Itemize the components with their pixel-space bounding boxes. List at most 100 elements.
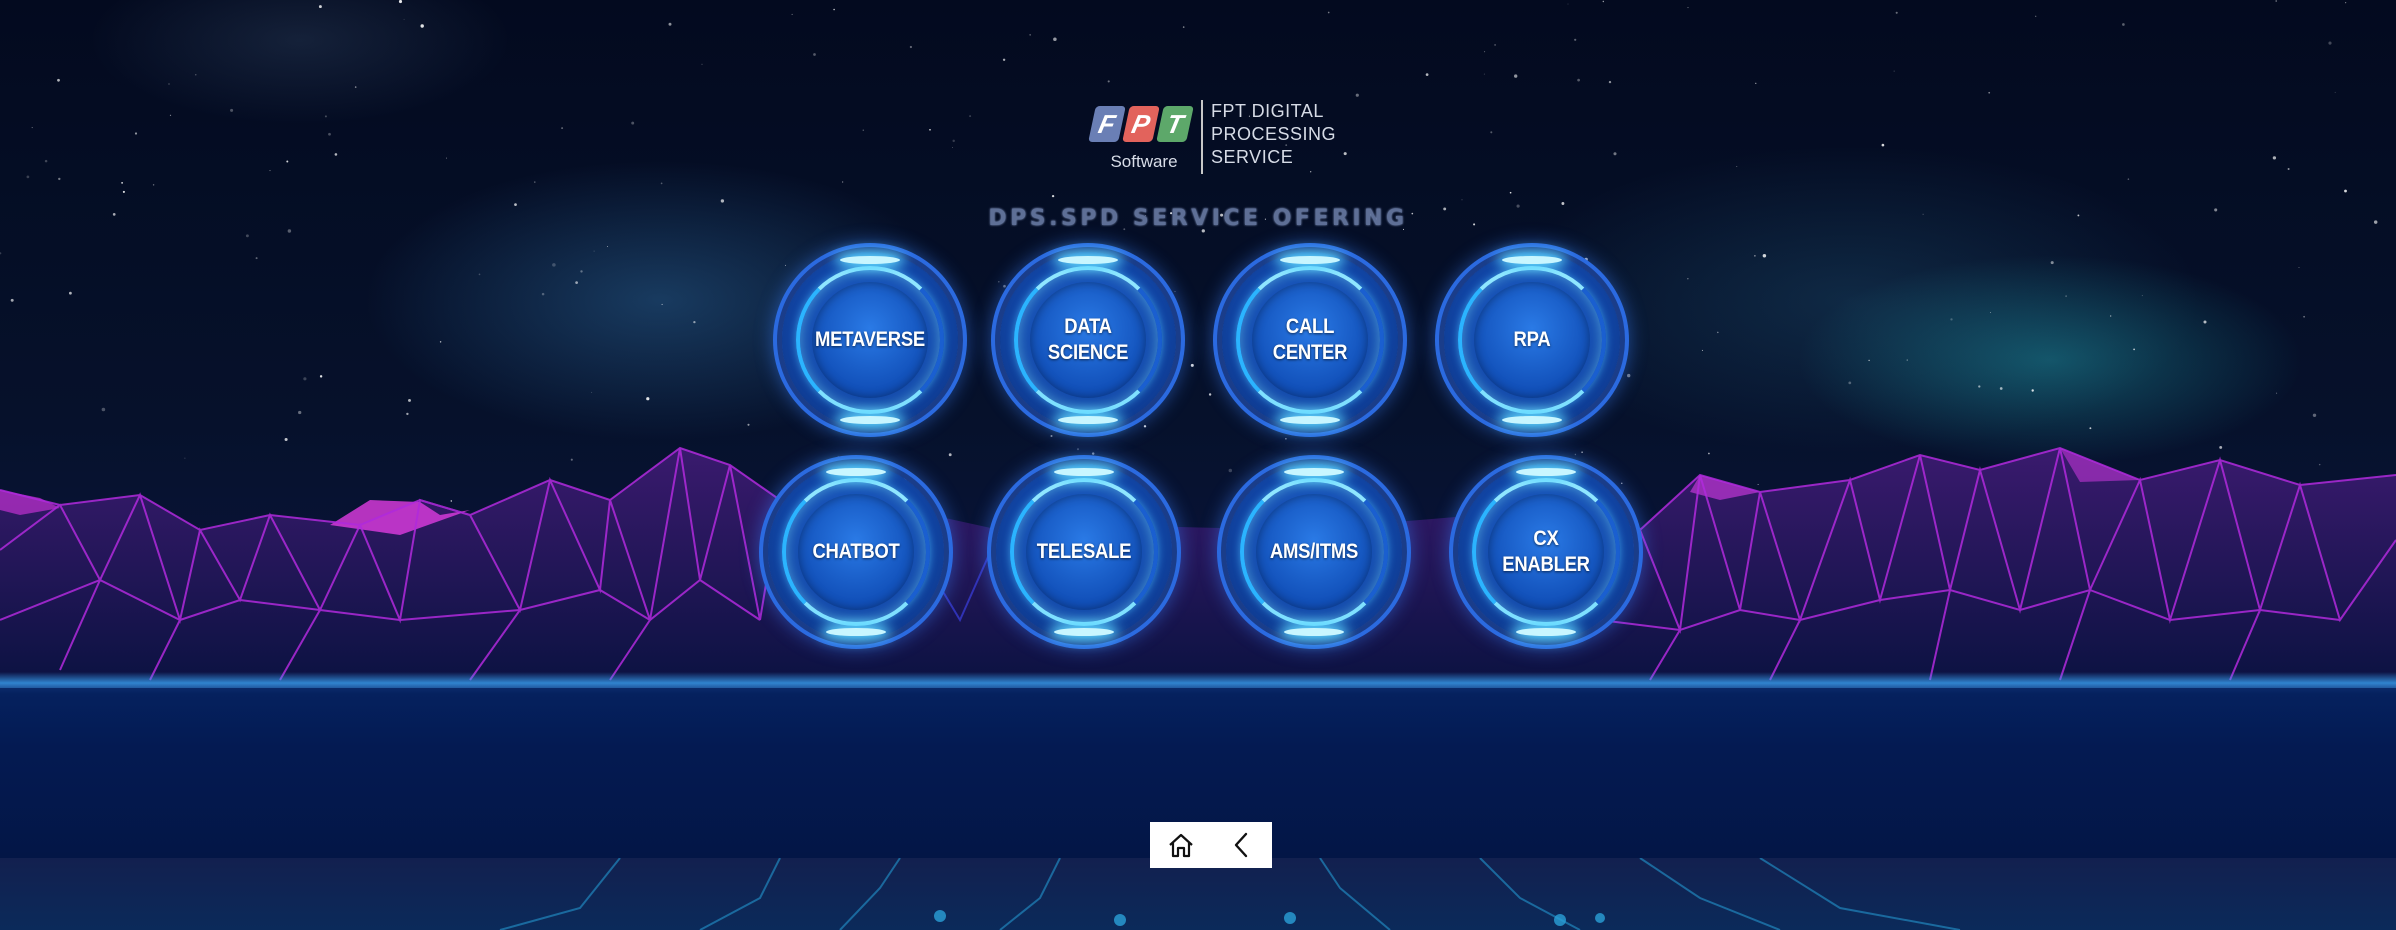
- logo-letter-t: T: [1156, 106, 1194, 142]
- star: [1208, 393, 1212, 396]
- neon-mountains: [0, 446, 2396, 690]
- star: [328, 132, 331, 136]
- star: [10, 298, 14, 302]
- star: [2035, 15, 2037, 17]
- star: [660, 182, 663, 185]
- navigation-bar: [1150, 822, 1272, 868]
- star: [580, 270, 583, 273]
- star: [1461, 199, 1463, 201]
- star: [1602, 0, 1604, 3]
- star: [541, 292, 545, 296]
- star: [406, 412, 409, 416]
- star: [1029, 34, 1031, 36]
- star: [2065, 295, 2067, 297]
- star: [929, 128, 931, 131]
- service-label: CALL CENTER: [1272, 315, 1348, 364]
- star: [230, 108, 234, 112]
- star: [439, 341, 442, 343]
- star: [1999, 387, 2003, 390]
- star: [2312, 413, 2317, 417]
- logo-divider: [1201, 100, 1203, 174]
- star: [1051, 194, 1055, 198]
- service-label: TELESALE: [1036, 540, 1132, 563]
- star: [1514, 74, 1518, 78]
- page-title: DPS.SPD SERVICE OFERING: [988, 206, 1408, 231]
- star: [1848, 381, 1852, 385]
- star: [334, 153, 338, 156]
- star: [693, 320, 696, 324]
- star: [1906, 359, 1908, 361]
- service-button-call-center[interactable]: CALL CENTER: [1222, 252, 1398, 428]
- star: [909, 45, 913, 49]
- star: [1053, 37, 1057, 41]
- logo-letter-f: F: [1088, 106, 1126, 142]
- star: [1509, 191, 1512, 194]
- star: [195, 74, 197, 76]
- star: [593, 250, 595, 252]
- service-button-chatbot[interactable]: CHATBOT: [768, 464, 944, 640]
- star: [255, 257, 258, 260]
- star: [1717, 331, 1719, 334]
- star: [1736, 165, 1738, 167]
- star: [169, 114, 172, 116]
- star: [398, 0, 403, 4]
- service-label: CX ENABLER: [1502, 527, 1590, 576]
- star: [1868, 359, 1870, 362]
- star: [2141, 295, 2143, 297]
- star: [354, 86, 357, 88]
- star: [44, 159, 48, 163]
- star: [534, 181, 536, 183]
- service-button-cx-enabler[interactable]: CX ENABLER: [1458, 464, 1634, 640]
- star: [168, 83, 170, 85]
- star: [26, 175, 30, 179]
- star: [319, 375, 323, 378]
- star: [784, 264, 787, 266]
- star: [842, 181, 844, 183]
- back-button[interactable]: [1222, 825, 1262, 865]
- service-button-metaverse[interactable]: METAVERSE: [782, 252, 958, 428]
- logo-letter-p: P: [1122, 106, 1160, 142]
- star: [1182, 26, 1185, 28]
- star: [2344, 189, 2347, 193]
- star: [1687, 278, 1689, 280]
- star: [1494, 43, 1497, 46]
- home-button[interactable]: [1161, 825, 1201, 865]
- star: [2272, 156, 2277, 160]
- service-label: DATA SCIENCE: [1047, 315, 1129, 364]
- star: [1755, 82, 1757, 84]
- star: [69, 291, 72, 295]
- logo-software-label: Software: [1110, 152, 1178, 171]
- star: [1762, 254, 1767, 258]
- service-button-rpa[interactable]: RPA: [1444, 252, 1620, 428]
- star: [561, 127, 564, 130]
- service-button-telesale[interactable]: TELESALE: [996, 464, 1172, 640]
- star: [2287, 167, 2290, 171]
- star: [408, 398, 411, 402]
- star: [1608, 80, 1612, 84]
- star: [0, 252, 2, 255]
- star: [286, 160, 289, 163]
- star: [701, 63, 703, 65]
- star: [1881, 143, 1885, 147]
- star: [1483, 73, 1485, 75]
- service-button-data-science[interactable]: DATA SCIENCE: [1000, 252, 1176, 428]
- star: [1627, 373, 1631, 378]
- star: [1355, 93, 1359, 97]
- star: [1425, 73, 1429, 76]
- star: [446, 157, 447, 159]
- service-button-ams-itms[interactable]: AMS/ITMS: [1226, 464, 1402, 640]
- star: [2050, 261, 2054, 265]
- star: [1895, 11, 1898, 14]
- star: [1978, 385, 1981, 388]
- star: [1404, 342, 1407, 345]
- star: [31, 127, 33, 129]
- service-label: AMS/ITMS: [1269, 540, 1359, 563]
- service-label: METAVERSE: [815, 328, 925, 351]
- star: [303, 377, 307, 381]
- star: [101, 407, 106, 412]
- star: [1574, 38, 1577, 41]
- star: [2203, 320, 2207, 324]
- star: [2133, 348, 2136, 351]
- star: [122, 190, 125, 193]
- star: [1701, 349, 1703, 351]
